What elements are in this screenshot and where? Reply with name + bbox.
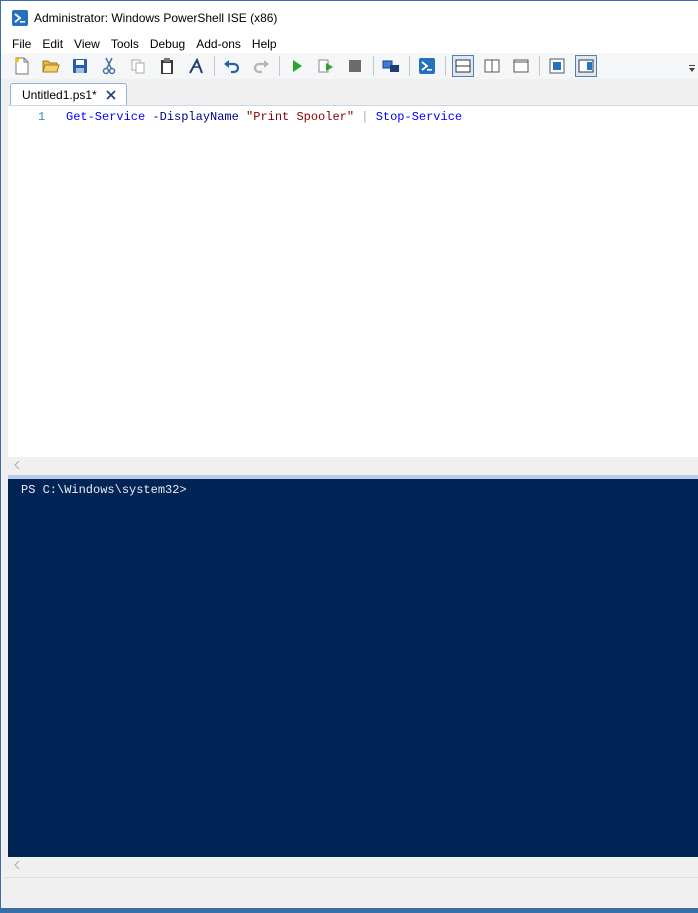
toolbar-separator (445, 56, 446, 76)
window-title: Administrator: Windows PowerShell ISE (x… (34, 11, 278, 25)
console-pane[interactable]: PS C:\Windows\system32> (8, 479, 698, 857)
undo-icon (224, 60, 240, 74)
code-token-cmdlet: Get-Service (66, 110, 146, 124)
save-icon (73, 59, 87, 73)
copy-button[interactable] (127, 55, 149, 77)
show-command-window-icon (549, 58, 565, 74)
window-bottom-border (0, 908, 698, 913)
clear-console-button[interactable] (185, 55, 207, 77)
redo-icon (253, 60, 269, 74)
cut-icon (102, 57, 116, 75)
show-command-addon-icon (578, 59, 594, 73)
code-token-pipe: | (354, 110, 376, 124)
title-bar: Administrator: Windows PowerShell ISE (x… (1, 1, 698, 35)
show-script-top-icon (455, 59, 471, 73)
show-command-window-button[interactable] (546, 55, 568, 77)
toolbar-separator (409, 56, 410, 76)
menu-debug[interactable]: Debug (144, 37, 190, 51)
menu-bar: File Edit View Tools Debug Add-ons Help (1, 35, 698, 53)
new-file-button[interactable] (11, 55, 33, 77)
menu-add-ons[interactable]: Add-ons (190, 37, 246, 51)
toolbar-overflow-icon[interactable] (688, 64, 696, 74)
new-file-icon (15, 57, 29, 75)
run-selection-button[interactable] (315, 55, 337, 77)
show-script-top-button[interactable] (452, 55, 474, 77)
open-file-icon (42, 60, 60, 73)
paste-icon (161, 58, 173, 74)
editor-horizontal-scrollbar[interactable] (8, 457, 698, 473)
menu-file[interactable]: File (1, 37, 36, 51)
copy-icon (131, 59, 145, 74)
toolbar-separator (539, 56, 540, 76)
run-script-icon (293, 60, 302, 72)
toolbar-separator (214, 56, 215, 76)
open-file-button[interactable] (40, 55, 62, 77)
menu-help[interactable]: Help (246, 37, 282, 51)
code-token-string: "Print Spooler" (246, 110, 355, 124)
show-script-max-icon (513, 59, 529, 73)
tab-untitled1[interactable]: Untitled1.ps1* (10, 83, 127, 105)
stop-button[interactable] (344, 55, 366, 77)
redo-button[interactable] (250, 55, 272, 77)
run-selection-icon (318, 59, 333, 73)
show-script-right-button[interactable] (481, 55, 503, 77)
code-token-parameter: -DisplayName (145, 110, 247, 124)
toolbar-separator (279, 56, 280, 76)
code-token-cmdlet: Stop-Service (375, 110, 463, 124)
menu-view[interactable]: View (68, 37, 105, 51)
show-script-right-icon (484, 59, 500, 73)
paste-button[interactable] (156, 55, 178, 77)
cut-button[interactable] (98, 55, 120, 77)
save-button[interactable] (69, 55, 91, 77)
toolbar (1, 53, 698, 79)
scroll-left-icon[interactable] (14, 861, 20, 869)
toolbar-separator (373, 56, 374, 76)
show-script-max-button[interactable] (510, 55, 532, 77)
clear-console-icon (189, 58, 203, 74)
close-tab-icon[interactable] (105, 89, 117, 101)
show-command-addon-button[interactable] (575, 55, 597, 77)
start-powershell-button[interactable] (416, 55, 438, 77)
powershell-ise-window: Administrator: Windows PowerShell ISE (x… (0, 0, 698, 913)
undo-button[interactable] (221, 55, 243, 77)
line-number: 1 (38, 110, 46, 124)
start-powershell-icon (419, 58, 435, 74)
menu-tools[interactable]: Tools (105, 37, 144, 51)
scroll-left-icon[interactable] (14, 461, 20, 469)
powershell-app-icon (12, 10, 28, 26)
console-prompt: PS C:\Windows\system32> (21, 483, 187, 497)
new-remote-tab-icon (382, 60, 399, 72)
console-horizontal-scrollbar[interactable] (8, 857, 698, 873)
run-script-button[interactable] (286, 55, 308, 77)
status-bar (4, 877, 698, 909)
new-remote-tab-button[interactable] (380, 55, 402, 77)
script-editor[interactable]: 1 Get-Service -DisplayName "Print Spoole… (8, 105, 698, 458)
script-tab-strip: Untitled1.ps1* (1, 79, 698, 105)
stop-icon (349, 60, 361, 72)
code-line[interactable]: Get-Service -DisplayName "Print Spooler"… (66, 110, 462, 124)
tab-label: Untitled1.ps1* (22, 87, 97, 102)
menu-edit[interactable]: Edit (36, 37, 68, 51)
